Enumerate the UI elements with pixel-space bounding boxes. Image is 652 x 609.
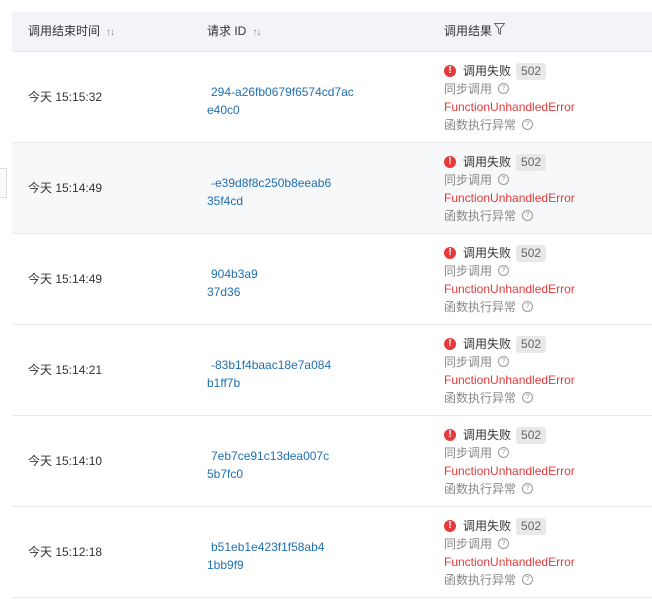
- help-circle-icon[interactable]: ?: [498, 447, 510, 459]
- column-header-result[interactable]: 调用结果: [444, 12, 506, 51]
- filter-icon[interactable]: [493, 12, 506, 51]
- request-id-link[interactable]: 904b3a9 37d36: [207, 265, 407, 301]
- result-cell: ! 调用失败 502 同步调用? FunctionUnhandledError 函数…: [444, 244, 644, 316]
- request-id-line-1[interactable]: 904b3a9: [207, 265, 407, 283]
- end-time-cell: 今天 15:14:10: [28, 454, 103, 468]
- error-name-text: FunctionUnhandledError: [444, 191, 575, 205]
- status-text: 调用失败: [463, 155, 512, 169]
- invoke-type-text: 同步调用: [444, 264, 493, 278]
- status-text: 调用失败: [463, 428, 512, 442]
- end-time-cell: 今天 15:14:21: [28, 363, 103, 377]
- table-row[interactable]: 今天 15:12:18 b51eb1e423f1f58ab4 1bb9f9 ! 调…: [12, 507, 652, 598]
- table-row[interactable]: 今天 15:14:21 -83b1f4baac18e7a084 b1ff7b !…: [12, 325, 652, 416]
- status-text: 调用失败: [463, 64, 512, 78]
- request-id-link[interactable]: b51eb1e423f1f58ab4 1bb9f9: [207, 538, 407, 574]
- error-name-text: FunctionUnhandledError: [444, 464, 575, 478]
- sort-icon[interactable]: ↑↓: [252, 27, 261, 38]
- table-header: 调用结束时间 ↑↓ 请求 ID ↑↓ 调用结果: [12, 12, 652, 52]
- end-time-cell: 今天 15:12:18: [28, 545, 103, 559]
- error-name-text: FunctionUnhandledError: [444, 100, 575, 114]
- error-icon: !: [444, 246, 456, 259]
- exception-text: 函数执行异常: [444, 482, 517, 496]
- request-id-line-2[interactable]: e40c0: [207, 101, 407, 119]
- request-id-line-2[interactable]: 37d36: [207, 283, 407, 301]
- status-code-badge: 502: [516, 518, 547, 535]
- error-icon: !: [444, 428, 456, 441]
- invoke-type-text: 同步调用: [444, 537, 493, 551]
- result-cell: ! 调用失败 502 同步调用? FunctionUnhandledError 函数…: [444, 517, 644, 589]
- column-header-end-time[interactable]: 调用结束时间 ↑↓: [28, 12, 115, 51]
- result-cell: ! 调用失败 502 同步调用? FunctionUnhandledError 函数…: [444, 426, 644, 498]
- request-id-link[interactable]: 294-a26fb0679f6574cd7ac e40c0: [207, 83, 407, 119]
- request-id-line-2[interactable]: b1ff7b: [207, 374, 407, 392]
- help-circle-icon[interactable]: ?: [498, 83, 510, 95]
- status-code-badge: 502: [516, 336, 547, 353]
- status-code-badge: 502: [516, 63, 547, 80]
- column-header-request-id-label: 请求 ID: [207, 24, 247, 38]
- table-row[interactable]: 今天 15:14:49 -e39d8f8c250b8eeab6 35f4cd !…: [12, 143, 652, 234]
- status-text: 调用失败: [463, 337, 512, 351]
- column-header-result-label: 调用结果: [444, 24, 493, 38]
- help-circle-icon[interactable]: ?: [498, 265, 510, 277]
- error-icon: !: [444, 519, 456, 532]
- invoke-type-text: 同步调用: [444, 173, 493, 187]
- request-id-line-2[interactable]: 5b7fc0: [207, 465, 407, 483]
- result-cell: ! 调用失败 502 同步调用? FunctionUnhandledError 函数…: [444, 335, 644, 407]
- request-id-line-2[interactable]: 1bb9f9: [207, 556, 407, 574]
- side-panel-handle[interactable]: [0, 168, 7, 198]
- column-header-request-id[interactable]: 请求 ID ↑↓: [207, 12, 261, 51]
- error-name-text: FunctionUnhandledError: [444, 373, 575, 387]
- help-circle-icon[interactable]: ?: [522, 483, 534, 495]
- help-circle-icon[interactable]: ?: [522, 392, 534, 404]
- help-circle-icon[interactable]: ?: [522, 210, 534, 222]
- table-row[interactable]: 今天 15:15:32 294-a26fb0679f6574cd7ac e40c…: [12, 52, 652, 143]
- result-cell: ! 调用失败 502 同步调用? FunctionUnhandledError 函数…: [444, 62, 644, 134]
- invoke-type-text: 同步调用: [444, 355, 493, 369]
- request-id-link[interactable]: 7eb7ce91c13dea007c 5b7fc0: [207, 447, 407, 483]
- request-id-line-2[interactable]: 35f4cd: [207, 192, 407, 210]
- request-id-line-1[interactable]: -e39d8f8c250b8eeab6: [207, 174, 407, 192]
- request-id-line-1[interactable]: 7eb7ce91c13dea007c: [207, 447, 407, 465]
- exception-text: 函数执行异常: [444, 300, 517, 314]
- help-circle-icon[interactable]: ?: [522, 574, 534, 586]
- status-text: 调用失败: [463, 246, 512, 260]
- exception-text: 函数执行异常: [444, 573, 517, 587]
- invoke-type-text: 同步调用: [444, 82, 493, 96]
- request-id-link[interactable]: -83b1f4baac18e7a084 b1ff7b: [207, 356, 407, 392]
- request-id-line-1[interactable]: b51eb1e423f1f58ab4: [207, 538, 407, 556]
- error-name-text: FunctionUnhandledError: [444, 282, 575, 296]
- result-cell: ! 调用失败 502 同步调用? FunctionUnhandledError 函数…: [444, 153, 644, 225]
- status-text: 调用失败: [463, 519, 512, 533]
- table-row[interactable]: 今天 15:14:49 904b3a9 37d36 ! 调用失败 502 同步调用?…: [12, 234, 652, 325]
- end-time-cell: 今天 15:15:32: [28, 90, 103, 104]
- end-time-cell: 今天 15:14:49: [28, 181, 103, 195]
- column-header-end-time-label: 调用结束时间: [28, 24, 101, 38]
- invoke-type-text: 同步调用: [444, 446, 493, 460]
- error-name-text: FunctionUnhandledError: [444, 555, 575, 569]
- help-circle-icon[interactable]: ?: [522, 301, 534, 313]
- error-icon: !: [444, 64, 456, 77]
- error-icon: !: [444, 337, 456, 350]
- exception-text: 函数执行异常: [444, 209, 517, 223]
- help-circle-icon[interactable]: ?: [498, 356, 510, 368]
- request-id-line-1[interactable]: 294-a26fb0679f6574cd7ac: [207, 83, 407, 101]
- error-icon: !: [444, 155, 456, 168]
- help-circle-icon[interactable]: ?: [498, 538, 510, 550]
- exception-text: 函数执行异常: [444, 118, 517, 132]
- status-code-badge: 502: [516, 427, 547, 444]
- status-code-badge: 502: [516, 245, 547, 262]
- status-code-badge: 502: [516, 154, 547, 171]
- request-id-line-1[interactable]: -83b1f4baac18e7a084: [207, 356, 407, 374]
- request-id-link[interactable]: -e39d8f8c250b8eeab6 35f4cd: [207, 174, 407, 210]
- invocation-log-table: 调用结束时间 ↑↓ 请求 ID ↑↓ 调用结果 今天 15:15:32 294-a2…: [12, 12, 652, 598]
- help-circle-icon[interactable]: ?: [498, 174, 510, 186]
- help-circle-icon[interactable]: ?: [522, 119, 534, 131]
- end-time-cell: 今天 15:14:49: [28, 272, 103, 286]
- table-row[interactable]: 今天 15:14:10 7eb7ce91c13dea007c 5b7fc0 ! 调…: [12, 416, 652, 507]
- exception-text: 函数执行异常: [444, 391, 517, 405]
- sort-icon[interactable]: ↑↓: [106, 27, 115, 38]
